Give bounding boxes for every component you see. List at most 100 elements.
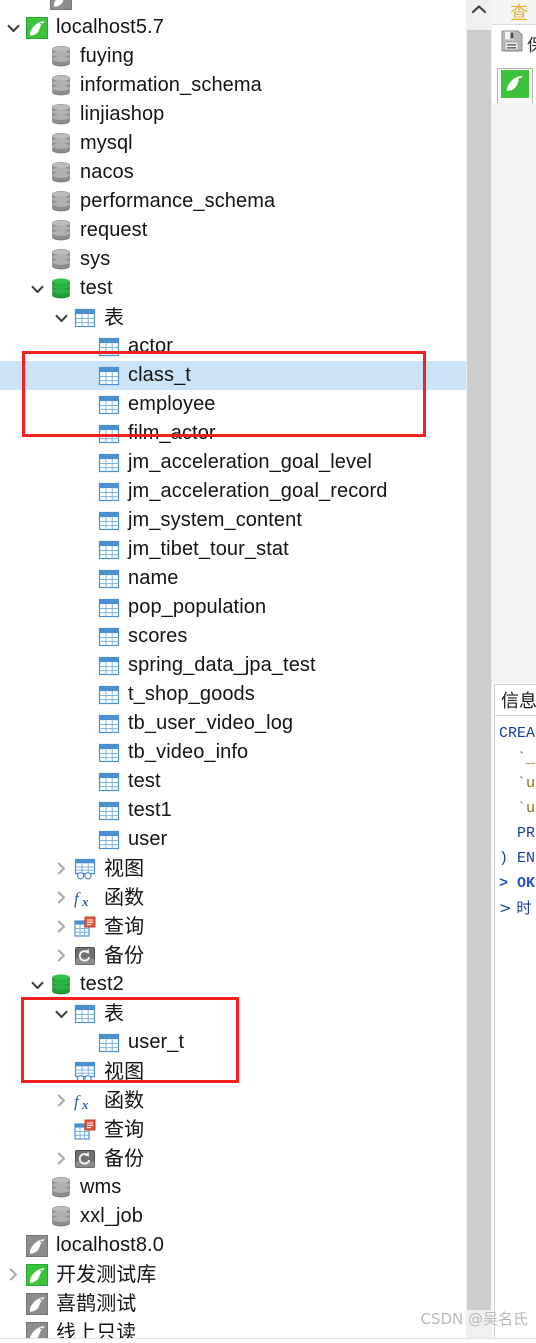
editor-tab-label[interactable]: 查	[510, 0, 528, 24]
tree-row[interactable]: employee	[0, 390, 466, 419]
tree-row[interactable]: test	[0, 274, 466, 303]
tree-row[interactable]: wms	[0, 1173, 466, 1202]
tree-row[interactable]	[0, 0, 466, 13]
tree-row[interactable]: fuying	[0, 42, 466, 71]
tree-row[interactable]: 备份	[0, 941, 466, 970]
tree-row[interactable]: class_t	[0, 361, 466, 390]
tree-row[interactable]: t_shop_goods	[0, 680, 466, 709]
chevron-right-icon[interactable]	[50, 1086, 72, 1115]
tree-row[interactable]: jm_system_content	[0, 506, 466, 535]
tree-row[interactable]: 备份	[0, 1144, 466, 1173]
scrollbar-thumb[interactable]	[467, 30, 491, 1310]
tree-row[interactable]: spring_data_jpa_test	[0, 651, 466, 680]
editor-tab-strip[interactable]: 查	[492, 0, 536, 25]
chevron-down-icon[interactable]	[2, 13, 24, 42]
database-tree-panel[interactable]: localhost5.7 fuying information_schema l…	[0, 0, 466, 1343]
tree-row[interactable]: user	[0, 825, 466, 854]
tree-row-label: film_actor	[128, 422, 216, 444]
tree-row[interactable]: 查询	[0, 1115, 466, 1144]
chevron-right-icon[interactable]	[50, 941, 72, 970]
tree-row-label: tb_user_video_log	[128, 712, 294, 734]
save-icon[interactable]	[500, 29, 524, 58]
mysql-connection-gray-icon	[48, 0, 74, 13]
tree-row-label: jm_acceleration_goal_record	[128, 480, 388, 502]
sql-log-line: > 时	[499, 899, 532, 917]
function-icon: f x	[72, 1086, 98, 1115]
sql-log-line: `u	[499, 800, 536, 817]
tree-row-label: 视图	[104, 856, 145, 880]
save-button-label[interactable]: 保	[527, 31, 536, 56]
database-gray-icon	[48, 42, 74, 71]
table-icon	[96, 419, 122, 448]
view-folder-icon	[72, 854, 98, 883]
tree-row[interactable]: 表	[0, 999, 466, 1028]
tree-row[interactable]: tb_user_video_log	[0, 709, 466, 738]
tree-row[interactable]: 视图	[0, 1057, 466, 1086]
tree-row[interactable]: information_schema	[0, 71, 466, 100]
chevron-right-icon[interactable]	[50, 854, 72, 883]
database-gray-icon	[48, 71, 74, 100]
tree-row[interactable]: actor	[0, 332, 466, 361]
editor-toolbar[interactable]: 保	[492, 25, 536, 61]
info-tab-label[interactable]: 信息	[501, 687, 536, 713]
info-tab-strip[interactable]: 信息	[495, 685, 536, 716]
table-icon	[96, 593, 122, 622]
tree-vertical-scrollbar[interactable]	[466, 0, 492, 1343]
tree-row[interactable]: xxl_job	[0, 1202, 466, 1231]
chevron-down-icon[interactable]	[26, 970, 48, 999]
tree-row[interactable]: f x 函数	[0, 1086, 466, 1115]
tree-row-label: 视图	[104, 1059, 145, 1083]
tree-row[interactable]: name	[0, 564, 466, 593]
chevron-down-icon[interactable]	[50, 303, 72, 332]
connection-object-tab[interactable]	[497, 68, 533, 104]
tree-row[interactable]: test	[0, 767, 466, 796]
tree-row[interactable]: test2	[0, 970, 466, 999]
chevron-right-icon[interactable]	[50, 883, 72, 912]
tree-row[interactable]: tb_video_info	[0, 738, 466, 767]
tree-row[interactable]: sys	[0, 245, 466, 274]
tree-row[interactable]: localhost8.0	[0, 1231, 466, 1260]
tree-row[interactable]: 视图	[0, 854, 466, 883]
tree-row[interactable]: 表	[0, 303, 466, 332]
tree-row[interactable]: f x 函数	[0, 883, 466, 912]
tree-row[interactable]: 开发测试库	[0, 1260, 466, 1289]
scrollbar-up-button[interactable]	[466, 0, 492, 22]
chevron-down-icon[interactable]	[26, 274, 48, 303]
chevron-down-icon[interactable]	[50, 999, 72, 1028]
tree-row-label: test	[80, 277, 113, 299]
tree-row-label: 表	[104, 305, 125, 329]
tree-row[interactable]: jm_acceleration_goal_level	[0, 448, 466, 477]
tree-row[interactable]: pop_population	[0, 593, 466, 622]
tree-row[interactable]: localhost5.7	[0, 13, 466, 42]
tree-row[interactable]: nacos	[0, 158, 466, 187]
tree-row[interactable]: film_actor	[0, 419, 466, 448]
tree-row[interactable]: jm_tibet_tour_stat	[0, 535, 466, 564]
database-gray-icon	[48, 187, 74, 216]
chevron-right-icon[interactable]	[2, 1260, 24, 1289]
tree-row[interactable]: mysql	[0, 129, 466, 158]
tree-row[interactable]: 喜鹊测试	[0, 1289, 466, 1318]
tree-row[interactable]: test1	[0, 796, 466, 825]
chevron-right-icon[interactable]	[50, 1144, 72, 1173]
tree-row[interactable]: scores	[0, 622, 466, 651]
tree-row[interactable]: linjiashop	[0, 100, 466, 129]
tree-row[interactable]: request	[0, 216, 466, 245]
tree-row[interactable]: performance_schema	[0, 187, 466, 216]
tree-row[interactable]: jm_acceleration_goal_record	[0, 477, 466, 506]
tree-row-label: 函数	[104, 1088, 145, 1112]
chevron-right-icon[interactable]	[50, 912, 72, 941]
table-folder-icon	[72, 303, 98, 332]
database-gray-icon	[48, 245, 74, 274]
tree-row-label: actor	[128, 335, 173, 357]
tree-row[interactable]: user_t	[0, 1028, 466, 1057]
tree-row[interactable]: 查询	[0, 912, 466, 941]
